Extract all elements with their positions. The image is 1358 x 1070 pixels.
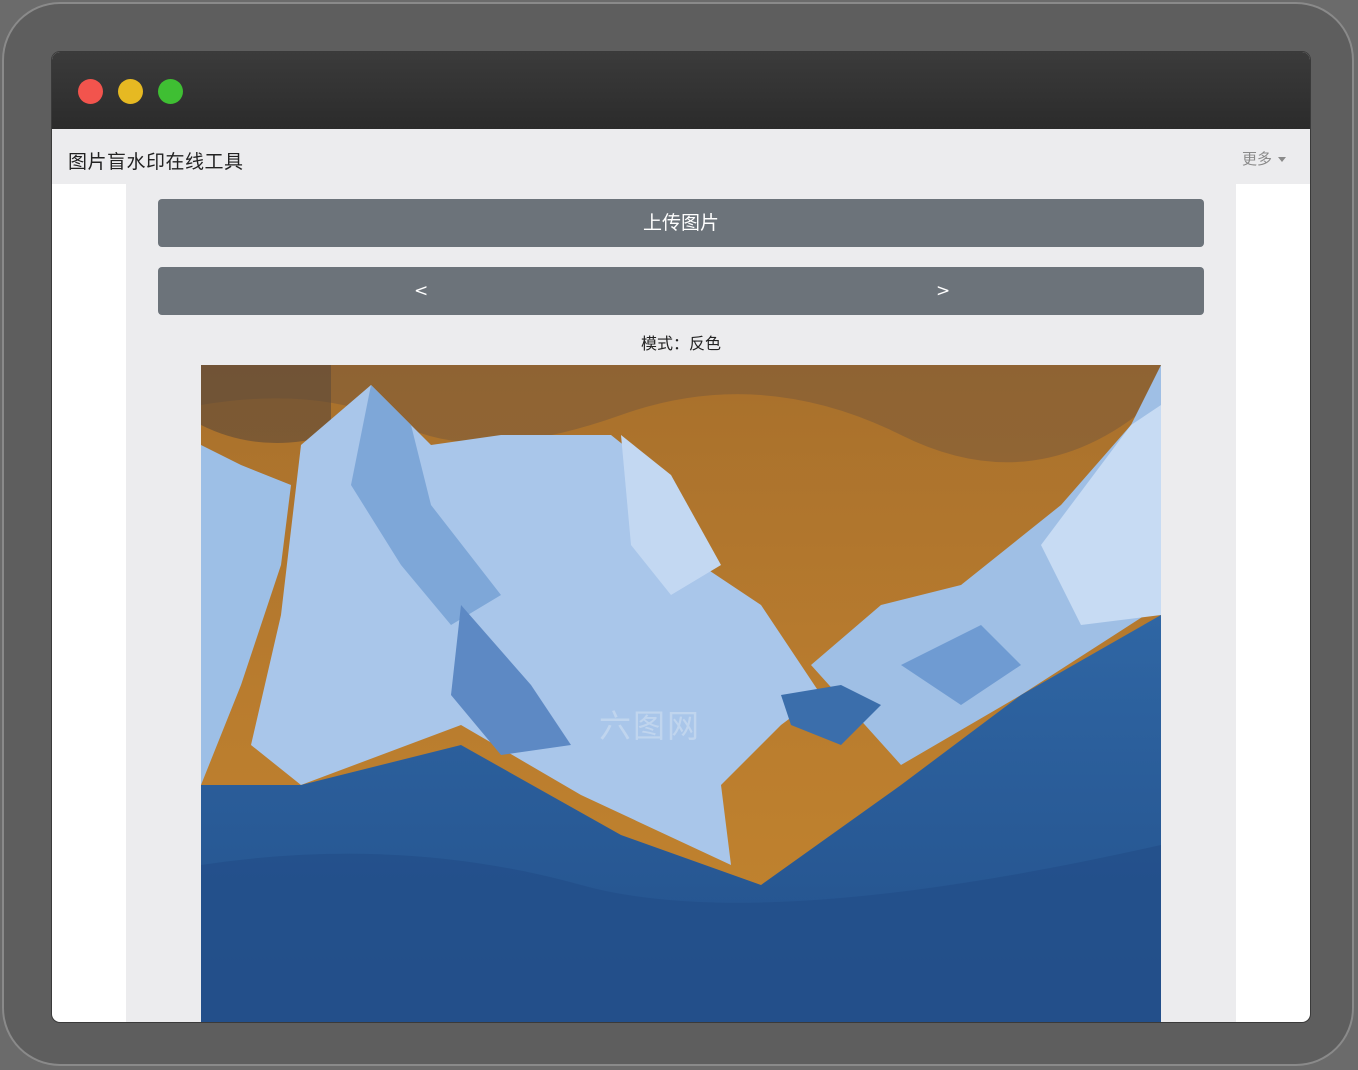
maximize-window-button[interactable]	[158, 79, 183, 104]
browser-window: 图片盲水印在线工具 更多 上传图片 < > 模式：反色 六图网	[52, 52, 1310, 1022]
device-frame: 图片盲水印在线工具 更多 上传图片 < > 模式：反色 六图网	[2, 2, 1354, 1066]
inverted-mountain-image	[201, 365, 1161, 1022]
more-dropdown[interactable]: 更多	[1242, 148, 1286, 169]
previous-mode-button[interactable]: <	[414, 281, 428, 301]
upload-image-button[interactable]: 上传图片	[158, 199, 1204, 247]
result-image: 六图网	[201, 365, 1161, 1022]
main-panel: 上传图片 < > 模式：反色 六图网	[126, 184, 1236, 1022]
minimize-window-button[interactable]	[118, 79, 143, 104]
next-mode-button[interactable]: >	[936, 281, 950, 301]
mode-label: 模式：反色	[640, 334, 721, 353]
navbar-brand[interactable]: 图片盲水印在线工具	[68, 147, 244, 174]
image-watermark: 六图网	[599, 707, 702, 745]
more-dropdown-label: 更多	[1241, 150, 1272, 168]
window-titlebar	[52, 52, 1310, 129]
caret-down-icon	[1278, 157, 1286, 162]
mode-switch-bar: < >	[158, 267, 1204, 315]
close-window-button[interactable]	[78, 79, 103, 104]
navbar: 图片盲水印在线工具 更多	[52, 129, 1310, 184]
